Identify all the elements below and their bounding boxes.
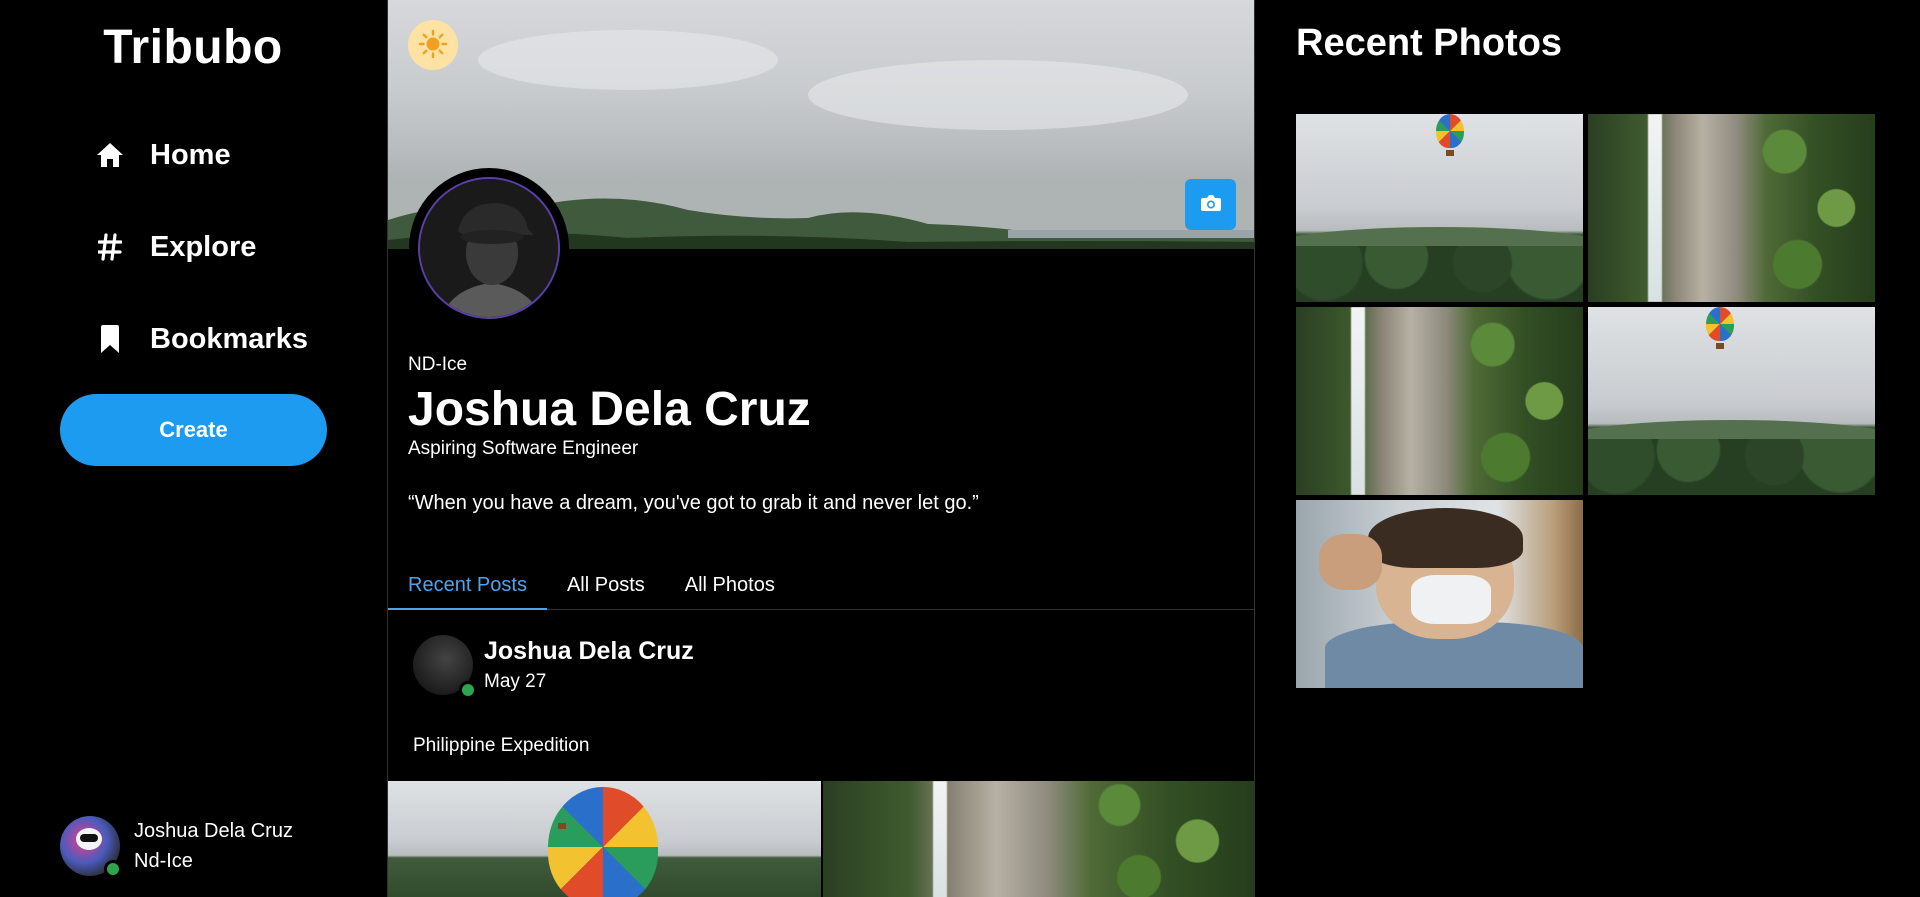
bookmark-icon — [96, 325, 124, 353]
profile-main: ND-Ice Joshua Dela Cruz Aspiring Softwar… — [387, 0, 1255, 897]
nav-label-explore: Explore — [150, 230, 257, 263]
online-status-dot — [104, 860, 122, 878]
nav-item-bookmarks[interactable]: Bookmarks — [96, 315, 308, 363]
avatar — [60, 816, 122, 878]
photo-thumbnail[interactable] — [1296, 500, 1583, 688]
account-info: Joshua Dela Cruz Nd-Ice — [134, 816, 293, 876]
tab-all-posts[interactable]: All Posts — [547, 562, 665, 610]
post-image-balloon[interactable] — [388, 781, 821, 897]
profile-name: Joshua Dela Cruz — [408, 383, 811, 436]
nav-item-explore[interactable]: Explore — [96, 223, 256, 271]
post-images — [388, 781, 1254, 897]
brand-logo[interactable]: Tribubo — [0, 20, 386, 75]
nav-label-bookmarks: Bookmarks — [150, 322, 308, 355]
online-status-dot — [459, 681, 477, 699]
post-image-waterfall[interactable] — [823, 781, 1254, 897]
photo-thumbnail[interactable] — [1588, 114, 1875, 302]
tab-recent-posts[interactable]: Recent Posts — [388, 562, 547, 610]
profile-handle: ND-Ice — [408, 354, 468, 375]
post-author-name[interactable]: Joshua Dela Cruz — [484, 637, 694, 666]
hash-icon — [96, 233, 124, 261]
nav-label-home: Home — [150, 138, 231, 171]
photo-thumbnail[interactable] — [1588, 307, 1875, 495]
recent-photos-title: Recent Photos — [1296, 22, 1563, 64]
post-date: May 27 — [484, 671, 547, 692]
theme-toggle-button[interactable] — [408, 20, 458, 70]
profile-quote: “When you have a dream, you've got to gr… — [408, 492, 979, 514]
profile-bio: Aspiring Software Engineer — [408, 438, 639, 459]
nav-item-home[interactable]: Home — [96, 131, 231, 179]
photo-grid — [1296, 114, 1876, 688]
sidebar: Tribubo Home Explore Bookmarks Create Jo… — [0, 0, 386, 897]
recent-photos-panel: Recent Photos — [1256, 0, 1920, 897]
home-icon — [96, 141, 124, 169]
photo-thumbnail[interactable] — [1296, 114, 1583, 302]
post-author-avatar[interactable] — [413, 635, 477, 699]
account-switcher[interactable]: Joshua Dela Cruz Nd-Ice — [60, 816, 293, 878]
profile-tabs: Recent Posts All Posts All Photos — [388, 562, 1254, 610]
profile-avatar[interactable] — [409, 168, 569, 328]
sun-icon — [418, 29, 448, 62]
tab-all-photos[interactable]: All Photos — [665, 562, 795, 610]
create-button[interactable]: Create — [60, 394, 327, 466]
account-name: Joshua Dela Cruz — [134, 820, 293, 842]
account-handle: Nd-Ice — [134, 850, 193, 872]
photo-thumbnail[interactable] — [1296, 307, 1583, 495]
change-cover-button[interactable] — [1185, 179, 1236, 230]
post-text: Philippine Expedition — [413, 735, 590, 756]
camera-icon — [1200, 194, 1222, 215]
